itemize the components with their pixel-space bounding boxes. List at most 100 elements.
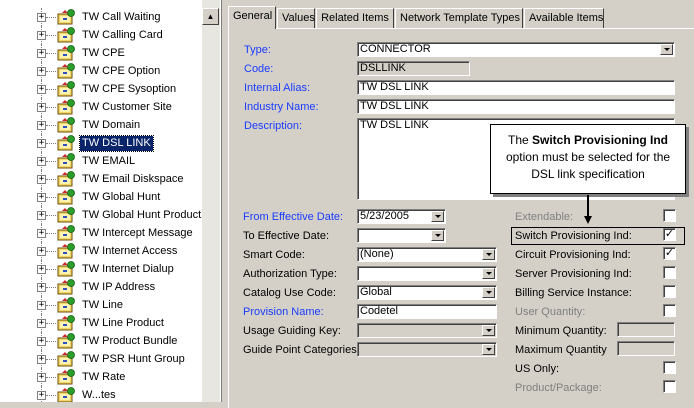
expand-icon[interactable]: + xyxy=(37,391,46,400)
expand-icon[interactable]: + xyxy=(37,49,46,58)
tree-node-7[interactable]: + TW DSL LINK xyxy=(0,134,202,152)
catalog-use-code-select[interactable]: Global xyxy=(357,285,497,300)
tab-values[interactable]: Values xyxy=(277,8,315,29)
scroll-up-button[interactable]: ▲ xyxy=(202,8,219,25)
tree-node-label: TW CPE Sysoption xyxy=(82,83,177,95)
expand-icon[interactable]: + xyxy=(37,13,46,22)
chevron-down-icon[interactable] xyxy=(482,249,495,260)
tree-node-12[interactable]: + TW Intercept Message xyxy=(0,224,202,242)
server-provisioning-label: Server Provisioning Ind: xyxy=(515,268,632,280)
tree-node-label: TW DSL LINK xyxy=(79,135,154,152)
callout-suffix: option must be selected for the DSL link… xyxy=(505,150,671,181)
tab-available-items[interactable]: Available Items xyxy=(524,8,604,29)
tree-connector-line xyxy=(46,125,56,126)
callout-prefix: The xyxy=(507,133,532,147)
tree-node-5[interactable]: + TW Customer Site xyxy=(0,98,202,116)
us-only-checkbox[interactable] xyxy=(663,361,676,374)
product-package-checkbox[interactable] xyxy=(663,380,676,393)
expand-icon[interactable]: + xyxy=(37,337,46,346)
tab-network-template-types[interactable]: Network Template Types xyxy=(395,8,523,29)
tree-node-11[interactable]: + TW Global Hunt Product xyxy=(0,206,202,224)
chevron-down-icon[interactable] xyxy=(482,268,495,279)
billing-service-instance-checkbox[interactable] xyxy=(663,285,676,298)
tree-node-3[interactable]: + TW CPE Option xyxy=(0,62,202,80)
industry-name-label: Industry Name: xyxy=(244,101,319,113)
chevron-down-icon[interactable] xyxy=(431,211,444,222)
to-effective-date-picker[interactable] xyxy=(357,228,446,243)
catalog-item-icon xyxy=(57,117,75,133)
tree-node-13[interactable]: + TW Internet Access xyxy=(0,242,202,260)
tree-node-14[interactable]: + TW Internet Dialup xyxy=(0,260,202,278)
expand-icon[interactable]: + xyxy=(37,301,46,310)
minimum-quantity-label: Minimum Quantity: xyxy=(515,325,607,337)
expand-icon[interactable]: + xyxy=(37,157,46,166)
expand-icon[interactable]: + xyxy=(37,283,46,292)
tree-node-2[interactable]: + TW CPE xyxy=(0,44,202,62)
expand-icon[interactable]: + xyxy=(37,211,46,220)
expand-icon[interactable]: + xyxy=(37,85,46,94)
from-effective-date-picker[interactable]: 5/23/2005 xyxy=(357,209,446,224)
maximum-quantity-input[interactable] xyxy=(617,341,675,356)
chevron-down-icon[interactable] xyxy=(482,287,495,298)
tree-node-21[interactable]: + W...tes xyxy=(0,386,202,402)
expand-icon[interactable]: + xyxy=(37,31,46,40)
chevron-down-icon[interactable] xyxy=(660,44,673,55)
code-value: DSLLINK xyxy=(360,62,406,74)
chevron-down-icon[interactable] xyxy=(482,344,495,355)
server-provisioning-checkbox[interactable] xyxy=(663,266,676,279)
tree-node-16[interactable]: + TW Line xyxy=(0,296,202,314)
tab-general[interactable]: General xyxy=(228,6,276,29)
expand-icon[interactable]: + xyxy=(37,265,46,274)
provision-name-input[interactable]: Codetel xyxy=(357,304,497,319)
tree-node-6[interactable]: + TW Domain xyxy=(0,116,202,134)
expand-icon[interactable]: + xyxy=(37,67,46,76)
chevron-down-icon[interactable] xyxy=(431,230,444,241)
extendable-checkbox[interactable] xyxy=(663,209,676,222)
tree-node-label: TW CPE xyxy=(82,47,125,59)
tree-node-15[interactable]: + TW IP Address xyxy=(0,278,202,296)
from-effective-date-label: From Effective Date: xyxy=(243,211,344,223)
minimum-quantity-input[interactable] xyxy=(617,322,675,337)
tree-node-17[interactable]: + TW Line Product xyxy=(0,314,202,332)
tree-node-18[interactable]: + TW Product Bundle xyxy=(0,332,202,350)
smart-code-label: Smart Code: xyxy=(243,249,305,261)
expand-icon[interactable]: + xyxy=(37,319,46,328)
expand-icon[interactable]: + xyxy=(37,139,46,148)
industry-name-input[interactable]: TW DSL LINK xyxy=(357,99,675,114)
expand-icon[interactable]: + xyxy=(37,193,46,202)
smart-code-select[interactable]: (None) xyxy=(357,247,497,262)
tree-node-9[interactable]: + TW Email Diskspace xyxy=(0,170,202,188)
expand-icon[interactable]: + xyxy=(37,121,46,130)
expand-icon[interactable]: + xyxy=(37,103,46,112)
tree-node-20[interactable]: + TW Rate xyxy=(0,368,202,386)
catalog-item-icon xyxy=(57,27,75,43)
from-effective-date-value: 5/23/2005 xyxy=(360,210,409,222)
guide-point-categories-select[interactable] xyxy=(357,342,497,357)
tree-node-10[interactable]: + TW Global Hunt xyxy=(0,188,202,206)
expand-icon[interactable]: + xyxy=(37,373,46,382)
expand-icon[interactable]: + xyxy=(37,355,46,364)
us-only-label: US Only: xyxy=(515,363,560,375)
internal-alias-input[interactable]: TW DSL LINK xyxy=(357,80,675,95)
chevron-down-icon[interactable] xyxy=(482,325,495,336)
expand-icon[interactable]: + xyxy=(37,247,46,256)
type-select[interactable]: CONNECTOR xyxy=(357,42,675,57)
tree-node-1[interactable]: + TW Calling Card xyxy=(0,26,202,44)
catalog-item-icon xyxy=(57,135,75,151)
tree-node-8[interactable]: + TW EMAIL xyxy=(0,152,202,170)
authorization-type-select[interactable] xyxy=(357,266,497,281)
tab-related-items[interactable]: Related Items xyxy=(316,8,394,29)
tree-node-0[interactable]: + TW Call Waiting xyxy=(0,8,202,26)
usage-guiding-key-select[interactable] xyxy=(357,323,497,338)
tree-node-19[interactable]: + TW PSR Hunt Group xyxy=(0,350,202,368)
expand-icon[interactable]: + xyxy=(37,229,46,238)
user-quantity-checkbox[interactable] xyxy=(663,304,676,317)
tree-scrollbar[interactable]: ▲ xyxy=(202,0,220,402)
expand-icon[interactable]: + xyxy=(37,175,46,184)
tree-node-4[interactable]: + TW CPE Sysoption xyxy=(0,80,202,98)
catalog-item-icon xyxy=(57,351,75,367)
tree-connector-line xyxy=(46,89,56,90)
switch-provisioning-checkbox[interactable]: ✓ xyxy=(663,228,676,241)
tree-node-label: TW Global Hunt xyxy=(82,191,161,203)
circuit-provisioning-checkbox[interactable]: ✓ xyxy=(663,247,676,260)
